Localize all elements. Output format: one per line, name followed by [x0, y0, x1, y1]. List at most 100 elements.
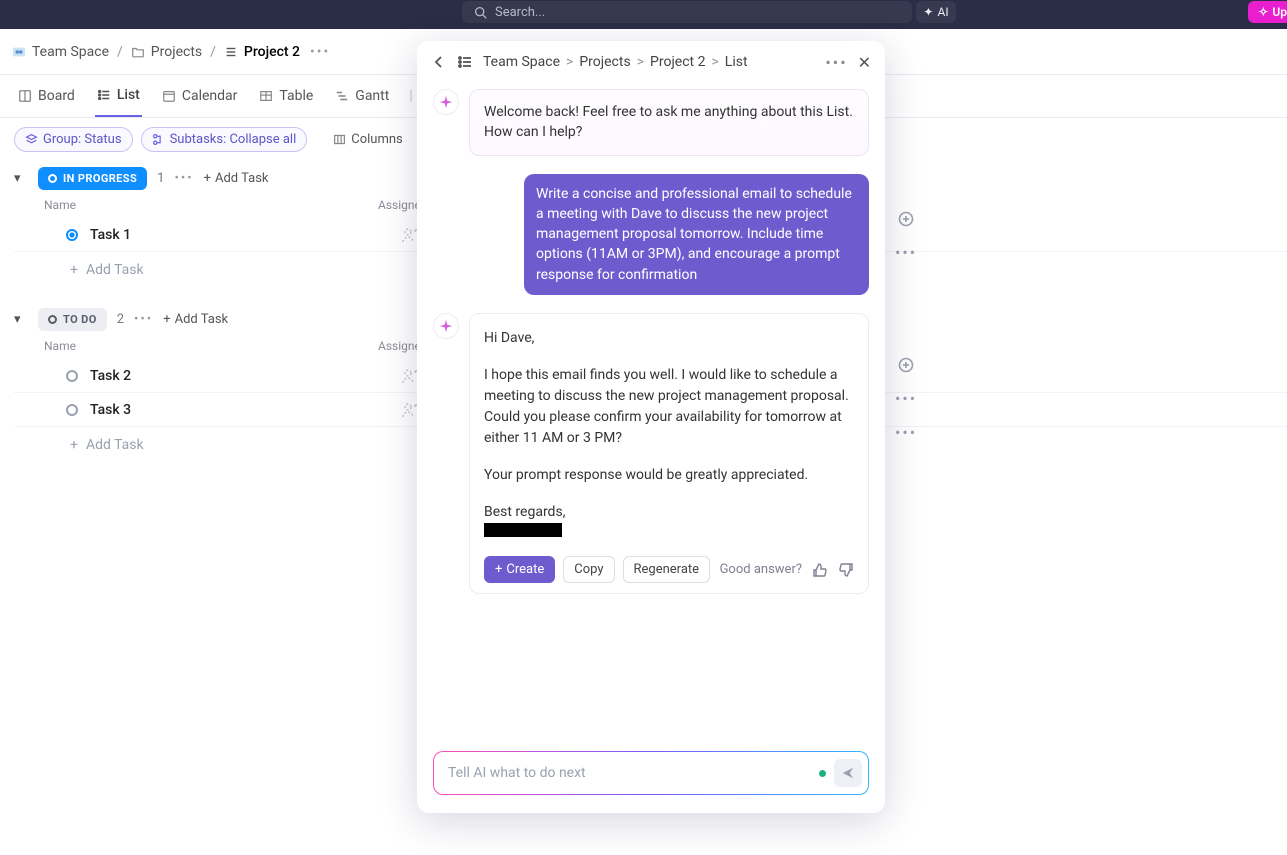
- row-more-icon[interactable]: •••: [895, 243, 917, 262]
- collapse-icon[interactable]: ▾: [14, 312, 28, 327]
- plus-icon: +: [204, 171, 211, 186]
- gantt-icon: [335, 89, 349, 103]
- ai-text-input[interactable]: [448, 765, 811, 781]
- columns-icon: [333, 133, 346, 146]
- group-pill[interactable]: Group: Status: [14, 127, 133, 152]
- back-icon[interactable]: [431, 54, 447, 70]
- task-status-icon[interactable]: [66, 404, 78, 416]
- crumb-teamspace[interactable]: Team Space: [12, 44, 109, 60]
- status-badge-to-do[interactable]: TO DO: [38, 308, 107, 331]
- send-button[interactable]: [834, 759, 862, 787]
- add-task-label: Add Task: [215, 171, 269, 186]
- tab-label: Table: [279, 88, 313, 104]
- user-message: Write a concise and professional email t…: [524, 174, 869, 295]
- task-status-icon[interactable]: [66, 370, 78, 382]
- crumb-label: Team Space: [32, 44, 109, 60]
- task-status-icon[interactable]: [66, 229, 78, 241]
- row-more-icon[interactable]: •••: [895, 423, 917, 442]
- folder-icon: [131, 45, 145, 59]
- reply-card: Hi Dave, I hope this email finds you wel…: [469, 313, 869, 594]
- calendar-icon: [162, 89, 176, 103]
- add-task-button[interactable]: +Add Task: [163, 312, 228, 327]
- reply-signoff: Best regards,: [484, 502, 854, 523]
- ai-input-wrap: [417, 737, 885, 813]
- tab-calendar[interactable]: Calendar: [160, 88, 240, 116]
- good-answer-label: Good answer?: [720, 560, 802, 580]
- upgrade-label: Up: [1272, 5, 1287, 19]
- ai-breadcrumb[interactable]: Team Space> Projects> Project 2> List: [483, 54, 815, 70]
- add-column-icon[interactable]: [898, 211, 914, 227]
- team-icon: [12, 45, 26, 59]
- status-dot-icon: [48, 315, 57, 324]
- redacted-name: [484, 523, 562, 537]
- ai-crumb: Team Space: [483, 54, 560, 70]
- bot-message: Welcome back! Feel free to ask me anythi…: [433, 89, 869, 156]
- add-task-label: Add Task: [86, 262, 144, 278]
- group-count: 1: [157, 171, 164, 186]
- create-label: Create: [506, 562, 544, 577]
- crumb-projects[interactable]: Projects: [131, 44, 202, 60]
- add-task-label: Add Task: [175, 312, 229, 327]
- plus-icon: +: [70, 437, 78, 453]
- close-icon[interactable]: ✕: [858, 53, 871, 72]
- copy-button[interactable]: Copy: [563, 556, 614, 583]
- feedback-group: Good answer?: [720, 560, 854, 580]
- ai-input[interactable]: [433, 751, 869, 795]
- add-task-label: Add Task: [86, 437, 144, 453]
- row-more-icon[interactable]: •••: [895, 389, 917, 408]
- ai-panel-header: Team Space> Projects> Project 2> List ••…: [417, 41, 885, 83]
- columns-label: Columns: [351, 132, 403, 147]
- upgrade-button[interactable]: ✧ Up: [1248, 1, 1287, 23]
- tab-table[interactable]: Table: [257, 88, 315, 116]
- plus-icon: +: [70, 262, 78, 278]
- reply-greeting: Hi Dave,: [484, 328, 854, 349]
- search-input-wrap[interactable]: Search...: [462, 1, 912, 23]
- sparkle-icon: ✦: [923, 5, 933, 19]
- search-placeholder: Search...: [495, 5, 545, 20]
- group-more-icon[interactable]: •••: [134, 312, 153, 327]
- thumbs-up-icon[interactable]: [812, 562, 828, 578]
- list-icon: [457, 54, 473, 70]
- group-label: Group: Status: [43, 132, 122, 147]
- top-ai-button[interactable]: ✦ AI: [916, 1, 956, 23]
- tab-label: Gantt: [355, 88, 389, 104]
- board-icon: [18, 89, 32, 103]
- top-bar: Search... ✦ AI ✧ Up: [0, 0, 1287, 29]
- tab-list[interactable]: List: [95, 87, 142, 117]
- ai-body: Welcome back! Feel free to ask me anythi…: [417, 83, 885, 737]
- status-label: IN PROGRESS: [63, 172, 137, 185]
- ai-crumb: Projects: [579, 54, 630, 70]
- add-task-button[interactable]: + Add Task: [204, 171, 269, 186]
- bot-reply: Hi Dave, I hope this email finds you wel…: [433, 313, 869, 594]
- columns-button[interactable]: Columns: [323, 128, 413, 151]
- sparkle-icon: [433, 89, 459, 115]
- list-icon: [97, 88, 111, 102]
- crumb-label: Projects: [151, 44, 202, 60]
- tab-board[interactable]: Board: [16, 88, 77, 116]
- ai-crumb: Project 2: [650, 54, 705, 70]
- collapse-icon[interactable]: ▾: [14, 171, 28, 186]
- crumb-project2[interactable]: Project 2: [224, 44, 300, 60]
- col-name-header: Name: [44, 339, 378, 353]
- status-label: TO DO: [63, 313, 97, 326]
- crumb-sep: /: [210, 44, 216, 60]
- crumb-sep: /: [117, 44, 123, 60]
- crumb-more-icon[interactable]: •••: [310, 44, 330, 60]
- reply-closing: Your prompt response would be greatly ap…: [484, 465, 854, 486]
- plus-icon: +: [495, 562, 502, 577]
- thumbs-down-icon[interactable]: [838, 562, 854, 578]
- subtasks-pill[interactable]: Subtasks: Collapse all: [141, 127, 308, 152]
- sparkle-icon: [433, 313, 459, 339]
- panel-more-icon[interactable]: •••: [825, 53, 847, 72]
- group-more-icon[interactable]: •••: [174, 171, 193, 186]
- search-icon: [474, 6, 487, 19]
- reply-body: I hope this email finds you well. I woul…: [484, 365, 854, 449]
- tab-gantt[interactable]: Gantt: [333, 88, 391, 116]
- group-count: 2: [117, 312, 124, 327]
- create-button[interactable]: + Create: [484, 556, 555, 583]
- tab-label: Board: [38, 88, 75, 104]
- status-badge-in-progress[interactable]: IN PROGRESS: [38, 167, 147, 190]
- add-column-icon[interactable]: [898, 357, 914, 373]
- task-name: Task 3: [90, 402, 400, 418]
- regenerate-button[interactable]: Regenerate: [623, 556, 711, 583]
